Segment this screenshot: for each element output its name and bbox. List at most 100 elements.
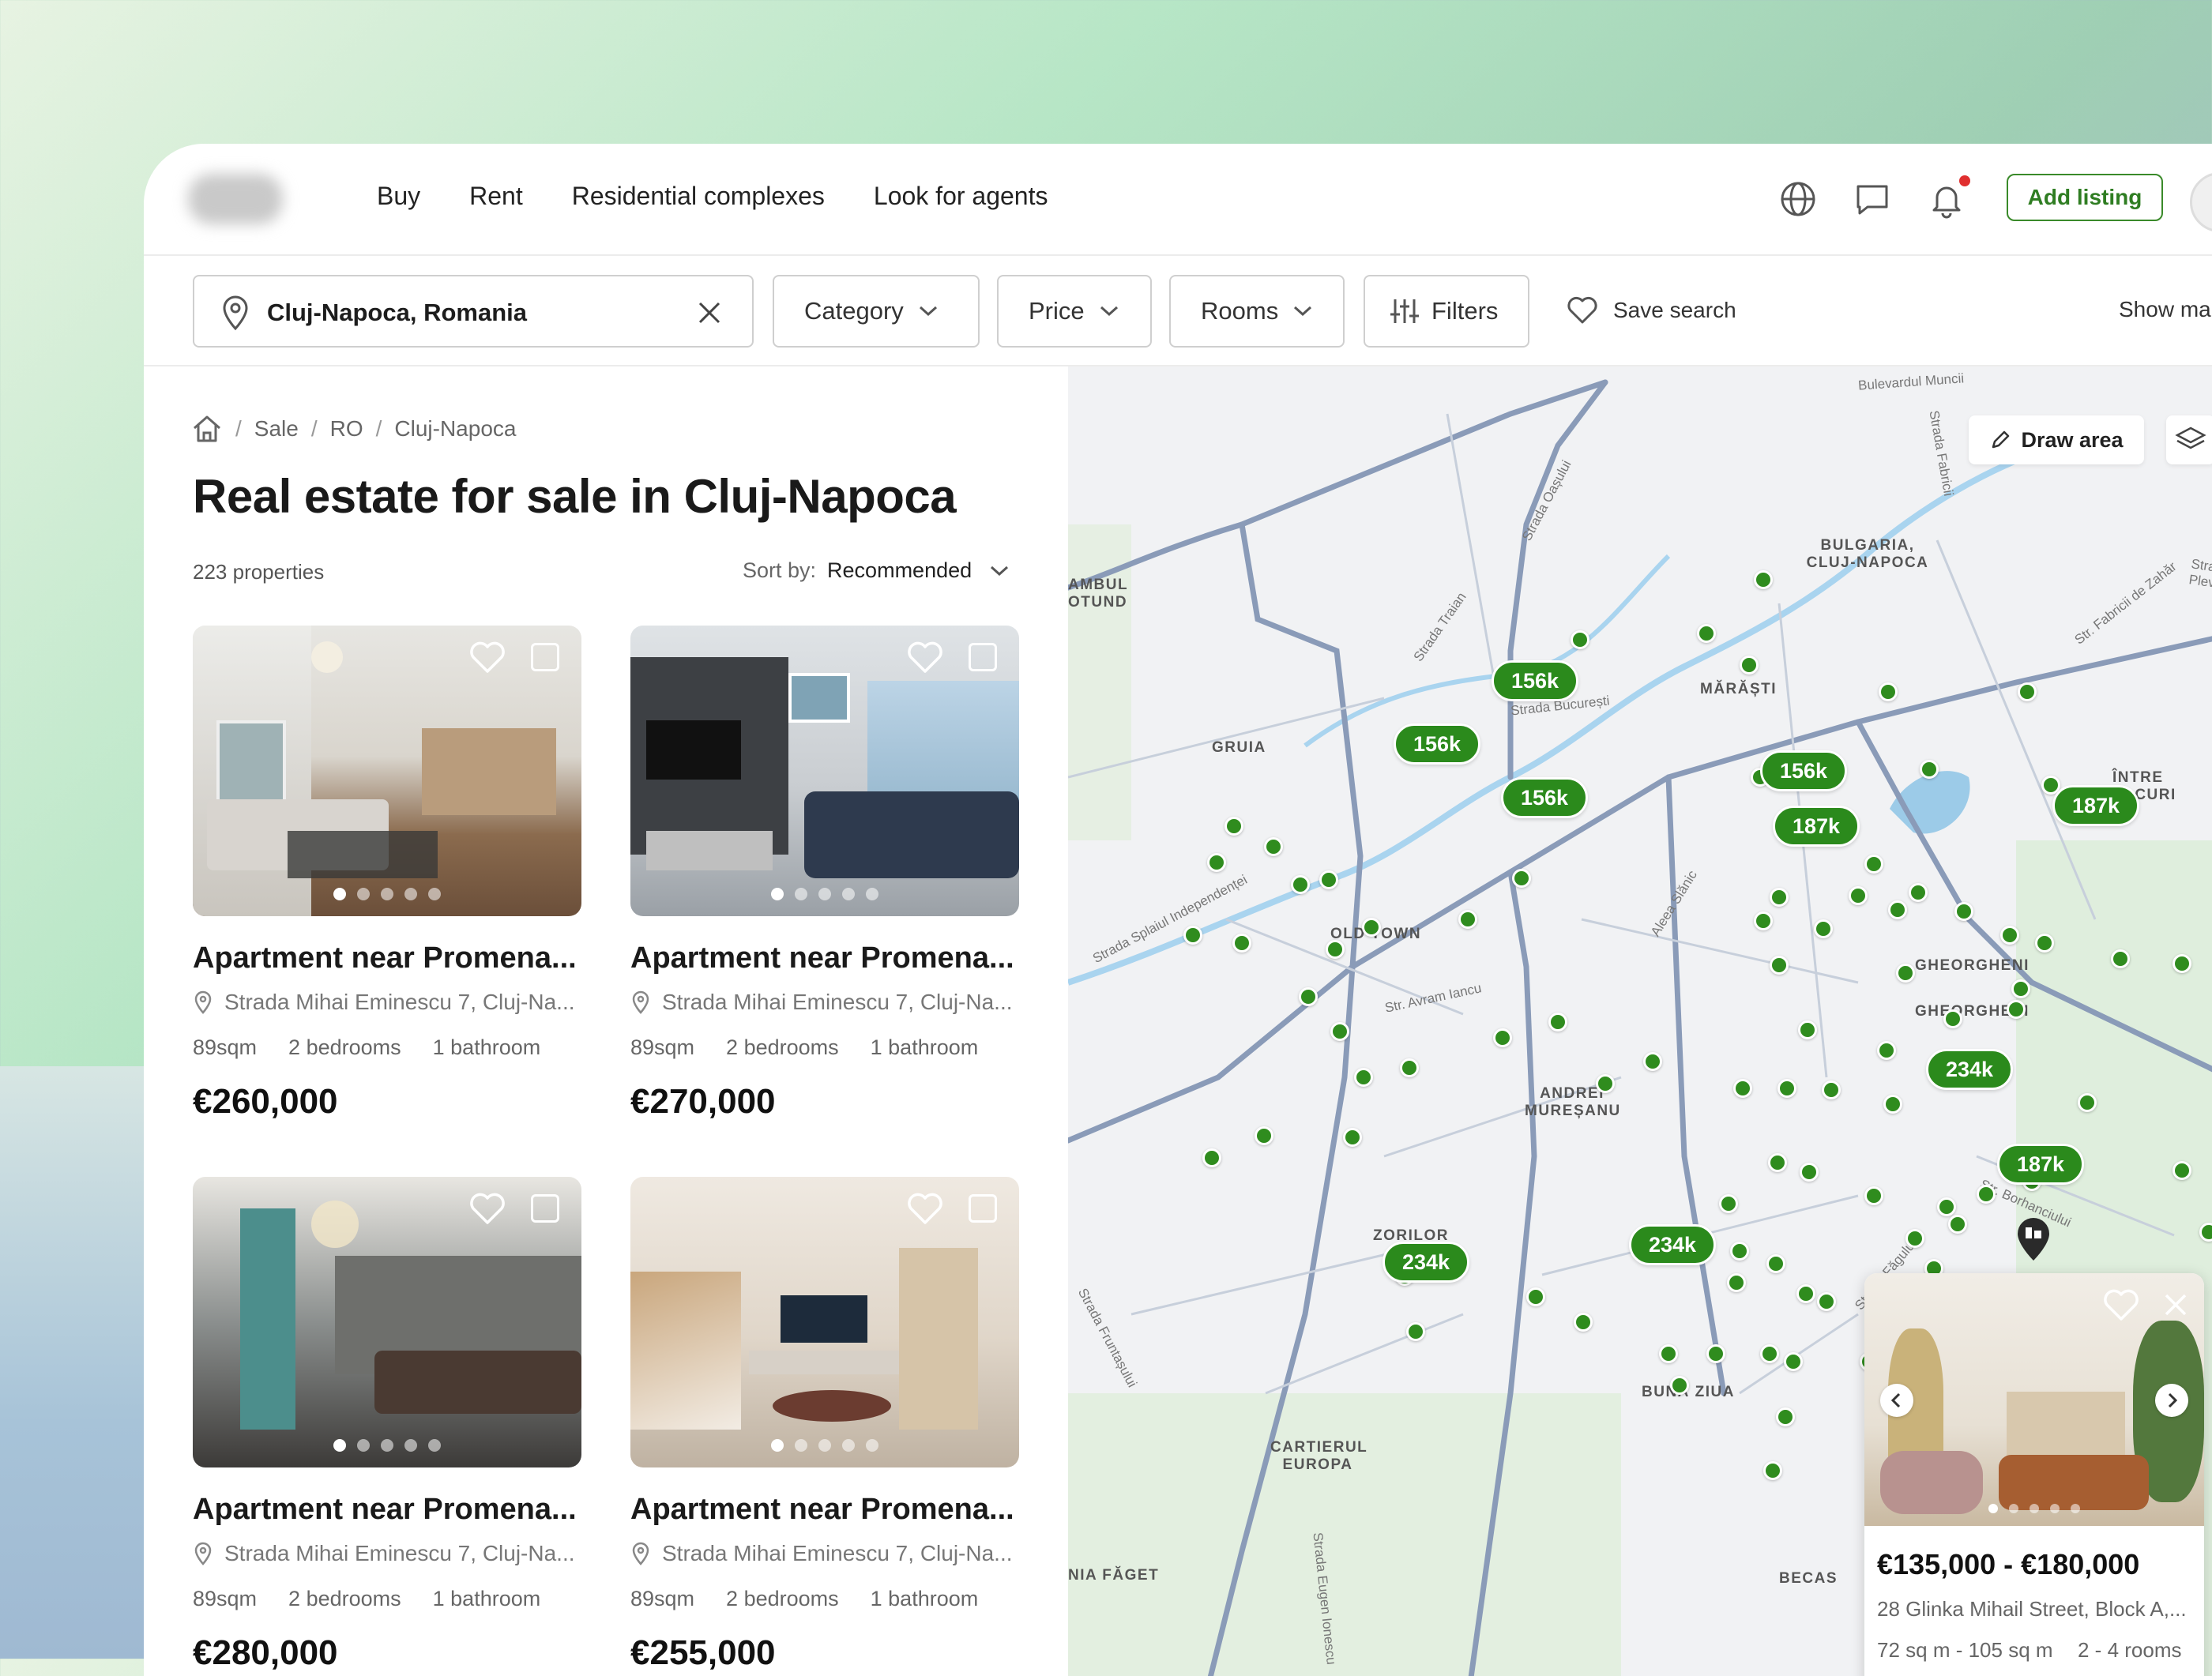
map-listing-dot[interactable] (2111, 949, 2130, 968)
map-listing-dot[interactable] (1330, 1022, 1349, 1041)
map-price-pin[interactable]: 234k (1926, 1049, 2014, 1090)
listing-card[interactable]: Apartment near Promena... Strada Mihai E… (193, 1177, 581, 1673)
map-listing-dot[interactable] (1814, 919, 1833, 938)
save-search-button[interactable]: Save search (1566, 295, 1736, 325)
map-listing-dot[interactable] (1596, 1074, 1615, 1093)
map-listing-dot[interactable] (1920, 760, 1939, 779)
map-listing-dot[interactable] (1905, 1229, 1924, 1248)
map-listing-dot[interactable] (1362, 918, 1381, 937)
map-layers-button[interactable] (2166, 415, 2212, 464)
map-listing-dot[interactable] (1954, 902, 1973, 921)
map-listing-dot[interactable] (1493, 1028, 1512, 1047)
home-icon[interactable] (191, 414, 223, 444)
map-listing-dot[interactable] (1343, 1128, 1362, 1147)
map-listing-dot[interactable] (1719, 1194, 1738, 1213)
map-listing-dot[interactable] (1291, 875, 1310, 894)
map-listing-dot[interactable] (1706, 1344, 1725, 1363)
close-icon[interactable] (2161, 1291, 2190, 1319)
map-listing-dot[interactable] (1659, 1344, 1678, 1363)
draw-area-button[interactable]: Draw area (1969, 415, 2144, 464)
map-listing-dot[interactable] (1264, 837, 1283, 856)
favorite-heart-icon[interactable] (468, 1191, 507, 1227)
nav-buy[interactable]: Buy (377, 182, 420, 211)
clear-icon[interactable] (694, 297, 725, 329)
map-listing-dot[interactable] (1770, 956, 1789, 975)
map-listing-dot[interactable] (1183, 926, 1202, 945)
map-listing-dot[interactable] (1326, 940, 1345, 959)
map-listing-dot[interactable] (1763, 1461, 1782, 1480)
rooms-dropdown[interactable]: Rooms (1169, 275, 1345, 348)
map-listing-dot[interactable] (1877, 1041, 1896, 1060)
map-price-pin[interactable]: 234k (1382, 1242, 1470, 1283)
carousel-next-button[interactable] (2155, 1384, 2188, 1417)
map-listing-dot[interactable] (1697, 624, 1716, 643)
map-listing-dot[interactable] (1255, 1126, 1273, 1145)
map-listing-dot[interactable] (1817, 1292, 1836, 1311)
map-listing-dot[interactable] (1643, 1052, 1662, 1071)
carousel-prev-button[interactable] (1880, 1384, 1913, 1417)
map-listing-dot[interactable] (1670, 1376, 1689, 1395)
globe-icon[interactable] (1778, 178, 1819, 220)
category-dropdown[interactable]: Category (773, 275, 980, 348)
map-listing-dot[interactable] (1733, 1079, 1752, 1098)
map-listing-dot[interactable] (1879, 682, 1898, 701)
map-listing-dot[interactable] (1224, 817, 1243, 836)
price-dropdown[interactable]: Price (997, 275, 1152, 348)
filters-button[interactable]: Filters (1364, 275, 1529, 348)
map-listing-dot[interactable] (1526, 1287, 1545, 1306)
chat-icon[interactable] (1852, 178, 1893, 220)
map-price-pin[interactable]: 156k (1394, 723, 1481, 765)
popup-photo[interactable] (1864, 1273, 2204, 1526)
map-listing-dot[interactable] (1740, 656, 1759, 675)
map-listing-dot[interactable] (1796, 1284, 1815, 1303)
map-listing-dot[interactable] (1770, 888, 1789, 907)
nav-look-for-agents[interactable]: Look for agents (874, 182, 1048, 211)
show-map-toggle[interactable]: Show ma (2119, 297, 2211, 322)
map-listing-dot[interactable] (1909, 883, 1928, 902)
map-listing-dot[interactable] (1727, 1273, 1746, 1292)
map-listing-dot[interactable] (1776, 1407, 1795, 1426)
favorite-heart-icon[interactable] (2101, 1287, 2141, 1324)
map-listing-dot[interactable] (2007, 1000, 2026, 1019)
map-price-pin[interactable]: 187k (1773, 806, 1860, 847)
map-listing-dot[interactable] (1571, 630, 1589, 649)
listing-card[interactable]: Apartment near Promena... Strada Mihai E… (630, 1177, 1019, 1673)
listing-title[interactable]: Apartment near Promena... (630, 941, 1019, 975)
map-listing-dot[interactable] (1768, 1153, 1787, 1172)
map-listing-dot[interactable] (2172, 954, 2191, 973)
map-listing-dot[interactable] (1319, 870, 1338, 889)
map-price-pin[interactable]: 187k (1997, 1144, 2085, 1185)
breadcrumb-sale[interactable]: Sale (254, 416, 299, 442)
map-price-pin[interactable]: 156k (1492, 660, 1579, 701)
nav-residential-complexes[interactable]: Residential complexes (572, 182, 825, 211)
compare-checkbox[interactable] (969, 1194, 997, 1223)
listing-title[interactable]: Apartment near Promena... (630, 1493, 1019, 1527)
building-complex-icon[interactable] (2014, 1216, 2052, 1264)
map-listing-dot[interactable] (2018, 682, 2037, 701)
map-listing-dot[interactable] (1864, 1186, 1883, 1205)
map-listing-dot[interactable] (1822, 1080, 1841, 1099)
brand-logo[interactable] (188, 174, 283, 224)
map-listing-dot[interactable] (1888, 900, 1907, 919)
map-listing-dot[interactable] (2035, 934, 2054, 953)
map-listing-dot[interactable] (1977, 1185, 1996, 1204)
map-listing-dot[interactable] (1232, 934, 1251, 953)
favorite-heart-icon[interactable] (905, 640, 945, 676)
map-listing-dot[interactable] (1849, 886, 1868, 905)
map-listing-dot[interactable] (1800, 1163, 1819, 1182)
map-listing-dot[interactable] (1784, 1352, 1803, 1371)
map-listing-dot[interactable] (1778, 1079, 1796, 1098)
avatar[interactable] (2190, 172, 2212, 232)
map-listing-dot[interactable] (1754, 570, 1773, 589)
map-listing-dot[interactable] (1400, 1058, 1419, 1077)
map-listing-dot[interactable] (1760, 1344, 1779, 1363)
listing-title[interactable]: Apartment near Promena... (193, 941, 581, 975)
listing-card[interactable]: Apartment near Promena... Strada Mihai E… (193, 626, 581, 1122)
map-listing-dot[interactable] (1548, 1013, 1567, 1032)
map-listing-dot[interactable] (1864, 855, 1883, 874)
listing-title[interactable]: Apartment near Promena... (193, 1493, 581, 1527)
map-listing-dot[interactable] (1512, 869, 1531, 888)
map-listing-dot[interactable] (1883, 1095, 1902, 1114)
map-listing-dot[interactable] (1766, 1254, 1785, 1273)
listing-photo[interactable] (193, 626, 581, 916)
